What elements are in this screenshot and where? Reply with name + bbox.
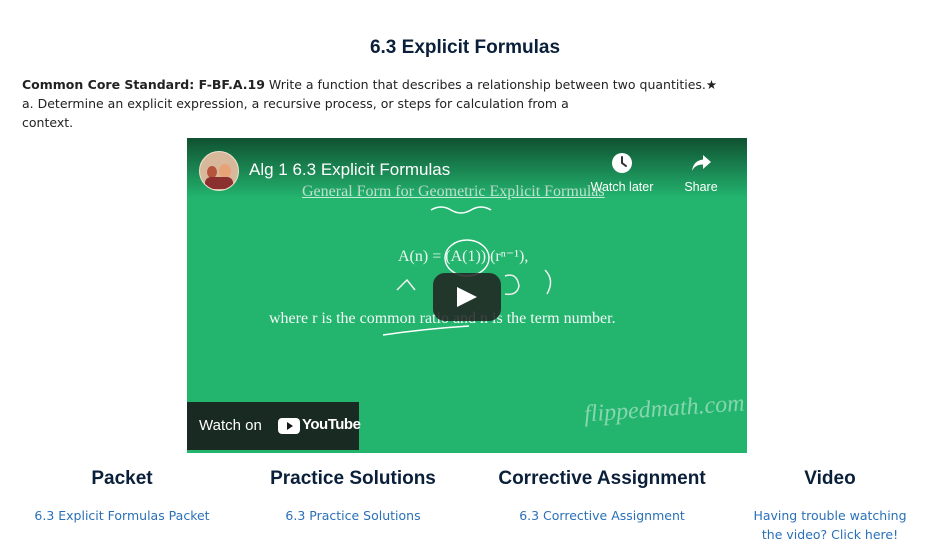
standard-text-line1: Write a function that describes a relati… <box>268 77 718 92</box>
section-practice-solutions: Practice Solutions 6.3 Practice Solution… <box>253 466 453 525</box>
watch-later-button[interactable]: Watch later <box>582 152 662 194</box>
section-packet: Packet 6.3 Explicit Formulas Packet <box>22 466 222 525</box>
standard-description: Common Core Standard: F-BF.A.19 Write a … <box>22 75 762 132</box>
standard-text-line3: context. <box>22 115 74 130</box>
corrective-assignment-link[interactable]: 6.3 Corrective Assignment <box>482 506 722 525</box>
play-icon <box>457 287 477 307</box>
packet-link[interactable]: 6.3 Explicit Formulas Packet <box>22 506 222 525</box>
standard-text-line2: a. Determine an explicit expression, a r… <box>22 96 569 111</box>
section-heading-video: Video <box>804 468 856 489</box>
practice-solutions-link[interactable]: 6.3 Practice Solutions <box>253 506 453 525</box>
youtube-logo-icon <box>278 418 300 434</box>
section-heading-corrective-assignment: Corrective Assignment <box>498 468 706 489</box>
video-title[interactable]: Alg 1 6.3 Explicit Formulas <box>249 160 450 180</box>
share-button[interactable]: Share <box>661 152 741 194</box>
video-help-line1: Having trouble watching <box>753 508 907 523</box>
share-icon <box>692 155 711 171</box>
section-heading-packet: Packet <box>91 468 153 489</box>
section-video: Video Having trouble watching the video? … <box>740 466 920 544</box>
standard-label: Common Core Standard: F-BF.A.19 <box>22 77 265 92</box>
share-label: Share <box>684 180 718 194</box>
video-embed[interactable]: General Form for Geometric Explicit Form… <box>187 138 747 453</box>
video-help-line2: the video? Click here! <box>761 527 899 542</box>
watch-on-youtube-button[interactable]: Watch on YouTube <box>187 402 361 450</box>
page-title: 6.3 Explicit Formulas <box>369 37 561 58</box>
video-help-link[interactable]: Having trouble watching the video? Click … <box>740 506 920 544</box>
watch-on-label: Watch on <box>199 417 262 434</box>
channel-avatar[interactable] <box>199 151 239 191</box>
watch-later-label: Watch later <box>590 180 654 194</box>
youtube-label: YouTube <box>302 416 361 433</box>
clock-icon <box>612 153 632 173</box>
section-corrective-assignment: Corrective Assignment 6.3 Corrective Ass… <box>482 466 722 525</box>
play-button[interactable] <box>433 273 501 321</box>
section-heading-practice-solutions: Practice Solutions <box>270 468 436 489</box>
